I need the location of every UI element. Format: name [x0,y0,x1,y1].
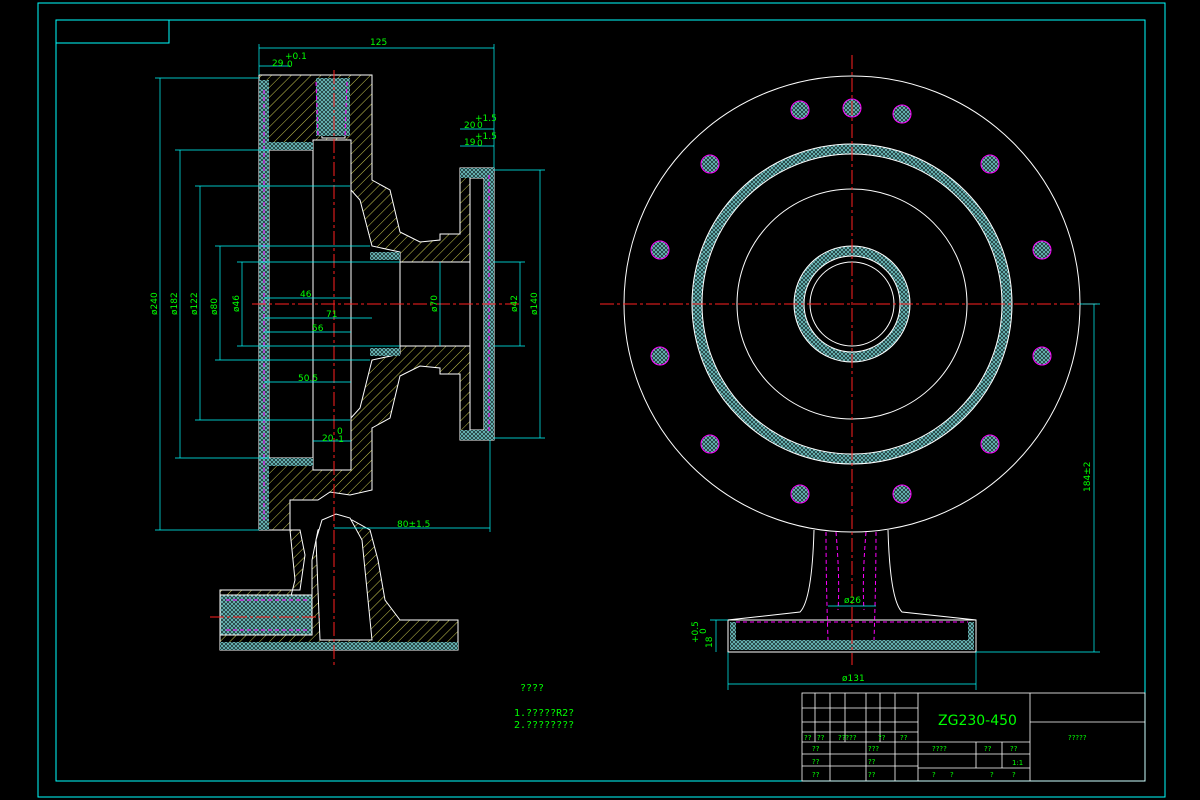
section-view: 125 29 +0.1 0 20 +1.5 0 19 +1.5 0 ø240 ø… [150,38,545,665]
tb-cell: ?? [812,758,820,766]
dim-50-5: 50.5 [298,374,318,384]
tb-cell: ?? [812,745,820,753]
cad-drawing-canvas: 125 29 +0.1 0 20 +1.5 0 19 +1.5 0 ø240 ø… [37,2,1166,798]
note-line-1: 1.?????R2? [514,708,574,719]
dim-d42: ø42 [510,295,520,312]
dim-29-tol-low: 0 [287,60,293,70]
dim-80: 80±1.5 [397,520,430,530]
tb-cell: ?? [868,758,876,766]
dim-19-tol-low: 0 [477,139,483,149]
tb-cell: ? [932,771,936,779]
dim-18: 18 [705,636,715,648]
dim-18-tol-low: 0 [699,628,709,634]
dim-d70: ø70 [430,295,440,312]
dim-d131: ø131 [842,674,865,684]
tb-cell: ?? [812,771,820,779]
tb-cell: ?? [878,734,886,742]
dim-d26: ø26 [844,596,861,606]
material-label: ZG230-450 [938,713,1017,729]
dim-d46: ø46 [232,295,242,312]
dim-d80: ø80 [210,298,220,315]
tb-cell: ?? [817,734,825,742]
tb-cell: ?? [900,734,908,742]
dim-56: 56 [312,324,324,334]
tb-cell: ??? [868,745,879,753]
drawing-name: ????? [1068,734,1087,742]
tb-weight: ?? [984,745,992,753]
tb-cell: ? [1012,771,1016,779]
dim-20-b: 20 [322,434,334,444]
dim-125: 125 [370,38,387,48]
tb-cell: ? [950,771,954,779]
technical-notes: ???? 1.?????R2? 2.???????? [514,683,574,731]
dim-29: 29 [272,59,284,69]
tb-stage: ???? [932,745,947,753]
dim-46: 46 [300,290,312,300]
dim-20: 20 [464,121,476,131]
dim-d182: ø182 [170,292,180,315]
title-block: ZG230-450 ????? ?? ?? ????? ?? ?? ?? ???… [801,692,1146,782]
tb-scale: ?? [1010,745,1018,753]
tb-cell: ? [990,771,994,779]
dim-d122: ø122 [190,292,200,315]
notes-heading: ???? [520,683,544,694]
note-line-2: 2.???????? [514,720,574,731]
dim-19: 19 [464,138,476,148]
tb-cell: ?? [804,734,812,742]
dim-d140: ø140 [530,292,540,315]
tb-cell: ?? [868,771,876,779]
dim-d240: ø240 [150,292,160,315]
dim-20-b-tol-low: -1 [335,435,344,445]
front-view: 184±2 ø26 18 +0.5 0 ø131 [600,55,1100,690]
tb-scale-value: 1:1 [1012,759,1023,767]
dim-20-tol-low: 0 [477,121,483,131]
dim-184: 184±2 [1083,462,1093,492]
dim-71: 71 [326,310,337,320]
tb-cell: ????? [838,734,857,742]
